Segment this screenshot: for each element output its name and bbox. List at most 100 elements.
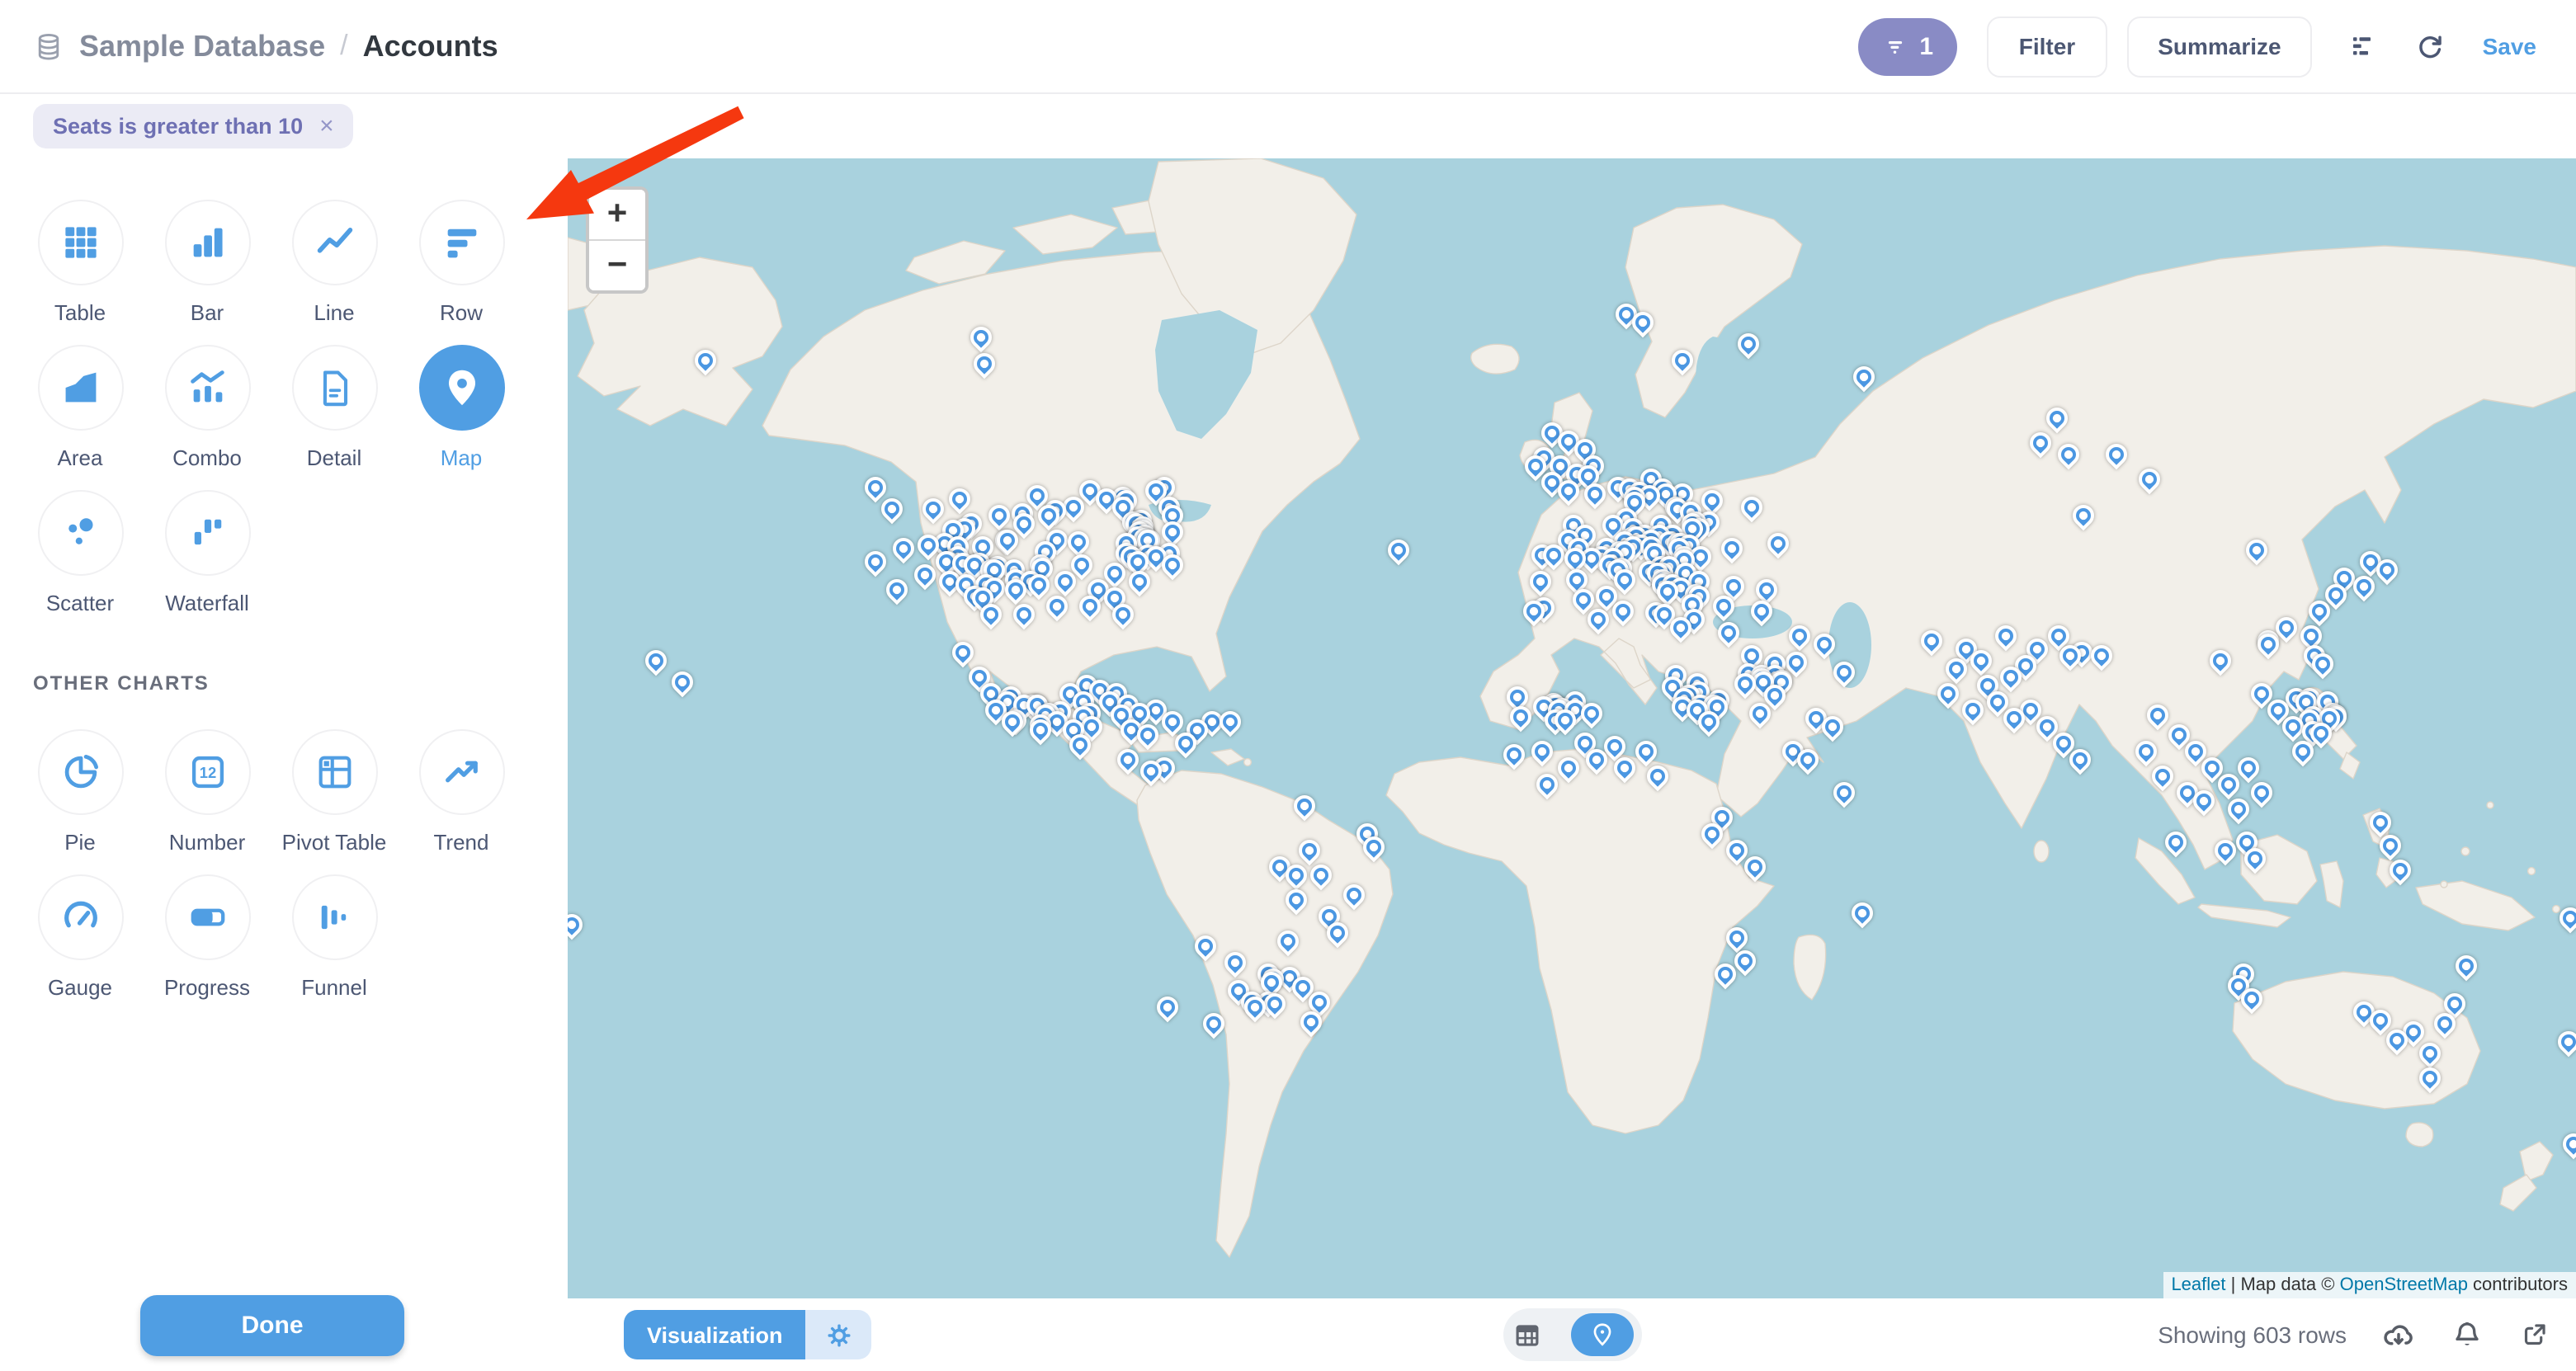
map-pin[interactable] <box>2025 428 2055 459</box>
map-pin[interactable] <box>2160 827 2191 858</box>
map-pin[interactable] <box>1272 926 1303 957</box>
map-pin[interactable] <box>2134 464 2164 495</box>
map-pin[interactable] <box>2205 646 2235 676</box>
chart-type-area[interactable]: Area <box>17 345 144 470</box>
map-pin[interactable] <box>984 501 1014 531</box>
map-pin[interactable] <box>860 473 890 503</box>
map-pin[interactable] <box>2130 737 2161 767</box>
map-pin[interactable] <box>944 484 974 515</box>
map-pin[interactable] <box>876 494 907 525</box>
map-pin[interactable] <box>1737 492 1767 523</box>
map-pin[interactable] <box>1526 737 1557 767</box>
map-pin[interactable] <box>1063 527 1093 558</box>
save-button[interactable]: Save <box>2483 33 2536 59</box>
chart-type-progress[interactable]: Progress <box>144 874 271 1000</box>
map-view-icon[interactable] <box>1570 1313 1633 1356</box>
leaflet-map[interactable]: + − Leaflet | Map data © OpenStreetMap c… <box>568 158 2576 1298</box>
chart-type-funnel[interactable]: Funnel <box>271 874 398 1000</box>
map-pin[interactable] <box>2414 1039 2445 1069</box>
gear-icon[interactable] <box>806 1310 872 1359</box>
map-pin[interactable] <box>1716 533 1747 563</box>
map-pin[interactable] <box>1198 1009 1229 1039</box>
map-pin[interactable] <box>2041 403 2072 434</box>
map-pin[interactable] <box>1505 701 1536 732</box>
map-pin[interactable] <box>2142 700 2173 731</box>
visualization-button[interactable]: Visualization <box>624 1310 806 1359</box>
close-icon[interactable]: × <box>319 113 334 138</box>
map-pin[interactable] <box>2414 1063 2445 1094</box>
leaflet-link[interactable]: Leaflet <box>2171 1275 2225 1295</box>
active-filters-pill[interactable]: 1 <box>1859 17 1958 75</box>
breadcrumb-table[interactable]: Accounts <box>363 29 498 64</box>
map-pin[interactable] <box>1762 528 1793 558</box>
chart-type-waterfall[interactable]: Waterfall <box>144 490 271 615</box>
map-pin[interactable] <box>1531 770 1562 800</box>
map-pin[interactable] <box>2068 501 2098 531</box>
map-pin[interactable] <box>1152 992 1182 1023</box>
map-pin[interactable] <box>2385 855 2415 886</box>
map-pin[interactable] <box>1916 626 1946 657</box>
map-pin[interactable] <box>969 349 999 379</box>
map-pin[interactable] <box>2451 951 2481 982</box>
map-pin[interactable] <box>888 534 918 564</box>
map-pin[interactable] <box>2223 794 2253 825</box>
map-pin[interactable] <box>2365 808 2395 838</box>
map-pin[interactable] <box>1990 621 2021 652</box>
map-pin[interactable] <box>1338 880 1369 911</box>
map-pin[interactable] <box>1124 567 1154 597</box>
map-pin[interactable] <box>1721 923 1752 954</box>
breadcrumb-database[interactable]: Sample Database <box>79 29 325 64</box>
chart-type-gauge[interactable]: Gauge <box>17 874 144 1000</box>
map-pin[interactable] <box>1784 621 1814 652</box>
map-pin[interactable] <box>1281 885 1311 916</box>
map-pin[interactable] <box>1752 574 1782 605</box>
map-pin[interactable] <box>2246 778 2276 808</box>
filter-chip[interactable]: Seats is greater than 10 × <box>33 103 354 148</box>
map-pin[interactable] <box>1289 791 1319 822</box>
map-pin[interactable] <box>1112 745 1143 775</box>
filter-button[interactable]: Filter <box>1988 16 2107 77</box>
map-pin[interactable] <box>1294 836 1324 866</box>
zoom-out-button[interactable]: − <box>589 241 645 290</box>
chart-type-detail[interactable]: Detail <box>271 345 398 470</box>
map-pin[interactable] <box>1932 679 1963 709</box>
open-in-new-icon[interactable] <box>2518 1319 2550 1350</box>
map-pin[interactable] <box>909 560 940 591</box>
map-pin[interactable] <box>2053 440 2083 470</box>
map-pin[interactable] <box>947 638 978 668</box>
map-pin[interactable] <box>1553 753 1583 784</box>
chart-type-number[interactable]: 12Number <box>144 729 271 855</box>
map-pin[interactable] <box>1630 737 1661 767</box>
map-pin[interactable] <box>1713 618 1743 648</box>
map-pin[interactable] <box>640 646 671 676</box>
bell-icon[interactable] <box>2451 1318 2484 1351</box>
map-pin[interactable] <box>1008 600 1039 630</box>
chart-type-combo[interactable]: Combo <box>144 345 271 470</box>
map-pin[interactable] <box>1190 931 1220 962</box>
map-pin[interactable] <box>568 910 586 940</box>
map-pin[interactable] <box>1847 898 1877 929</box>
map-pin[interactable] <box>1828 778 1859 808</box>
map-pin[interactable] <box>1746 596 1776 627</box>
chart-type-map[interactable]: Map <box>398 345 525 470</box>
table-view-icon[interactable] <box>1511 1319 1542 1350</box>
map-pin[interactable] <box>2101 440 2131 470</box>
map-pin[interactable] <box>1957 695 1988 726</box>
map-pin[interactable] <box>1220 948 1250 978</box>
map-pin[interactable] <box>881 575 912 605</box>
map-pin[interactable] <box>1041 591 1072 622</box>
map-pin[interactable] <box>918 494 948 525</box>
map-pin[interactable] <box>667 667 697 698</box>
chart-type-row[interactable]: Row <box>398 200 525 325</box>
map-pin[interactable] <box>2558 1129 2576 1160</box>
chart-type-pie[interactable]: Pie <box>17 729 144 855</box>
map-pin[interactable] <box>1667 346 1697 376</box>
list-icon[interactable] <box>2349 31 2379 61</box>
map-pin[interactable] <box>690 346 720 376</box>
map-pin[interactable] <box>1383 535 1413 566</box>
chart-type-bar[interactable]: Bar <box>144 200 271 325</box>
done-button[interactable]: Done <box>140 1295 404 1356</box>
map-pin[interactable] <box>1828 657 1859 688</box>
openstreetmap-link[interactable]: OpenStreetMap <box>2340 1275 2468 1295</box>
map-pin[interactable] <box>1526 567 1556 597</box>
